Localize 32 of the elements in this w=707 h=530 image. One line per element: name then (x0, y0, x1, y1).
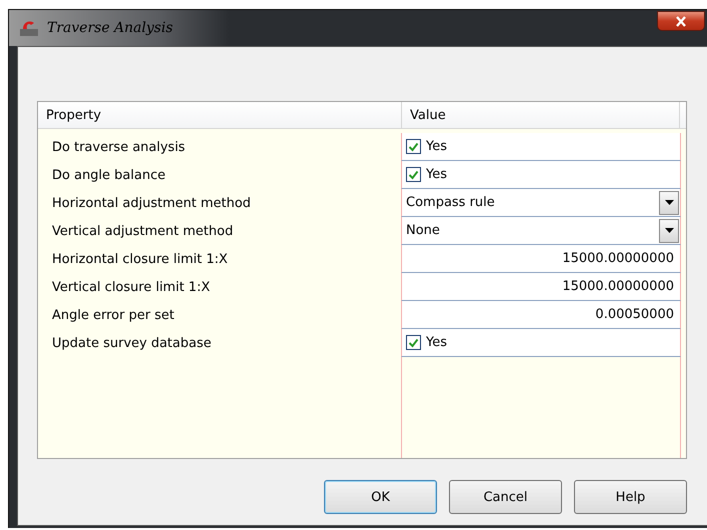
dialog-button[interactable]: OK (324, 480, 437, 514)
app-icon (19, 19, 39, 37)
property-label: Horizontal adjustment method (51, 194, 252, 212)
property-label: Update survey database (51, 334, 212, 352)
dropdown-button[interactable] (659, 218, 679, 242)
property-label: Vertical closure limit 1:X (51, 278, 211, 296)
checkbox-label: Yes (426, 139, 447, 154)
checkbox[interactable] (406, 167, 421, 182)
property-label: Do traverse analysis (51, 138, 186, 156)
caret-icon[interactable] (664, 200, 674, 205)
property-label: Vertical adjustment method (51, 222, 234, 240)
property-label: Horizontal closure limit 1:X (51, 250, 229, 268)
value-text: 15000.00000000 (562, 279, 674, 294)
dialog-button[interactable]: Help (574, 480, 687, 514)
close-icon[interactable] (675, 16, 687, 26)
property-label: Angle error per set (51, 306, 176, 324)
dropdown-value: Compass rule (406, 195, 496, 210)
column-header[interactable]: Value (402, 102, 680, 128)
column-header[interactable]: Property (38, 102, 402, 128)
dropdown-button[interactable] (659, 190, 679, 214)
value-text: 15000.00000000 (562, 251, 674, 266)
property-label: Do angle balance (51, 166, 166, 184)
dropdown-value: None (406, 223, 441, 238)
checkbox-label: Yes (426, 335, 447, 350)
caret-icon[interactable] (664, 228, 674, 233)
checkbox[interactable] (406, 139, 421, 154)
checkbox[interactable] (406, 335, 421, 350)
close-button[interactable] (657, 11, 705, 31)
checkbox-label: Yes (426, 167, 447, 182)
value-text: 0.00050000 (595, 307, 674, 322)
dialog-button[interactable]: Cancel (449, 480, 562, 514)
window-title: Traverse Analysis (47, 20, 173, 36)
